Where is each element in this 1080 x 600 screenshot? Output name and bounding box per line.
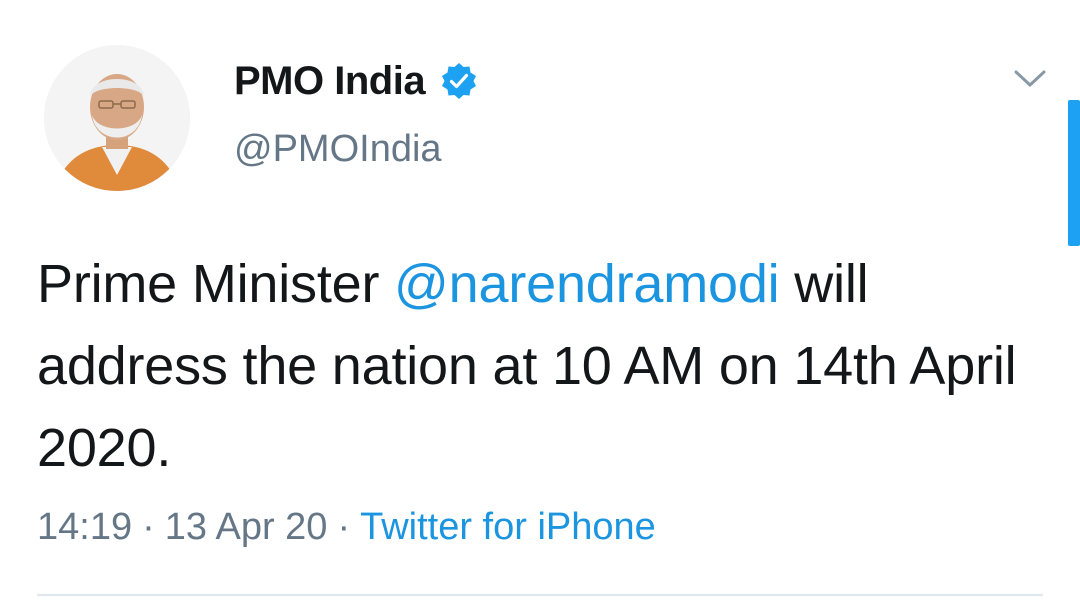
more-options-button[interactable] <box>1010 62 1050 94</box>
tweet-date[interactable]: 13 Apr 20 <box>165 506 328 548</box>
chevron-down-icon <box>1014 70 1046 87</box>
divider <box>37 594 1043 596</box>
verified-badge-icon <box>439 61 479 101</box>
scrollbar[interactable] <box>1068 100 1080 246</box>
mention-link[interactable]: @narendramodi <box>394 254 780 314</box>
author-display-name[interactable]: PMO India <box>234 59 426 104</box>
meta-separator: · <box>142 506 155 548</box>
author-name-row[interactable]: PMO India <box>234 56 479 106</box>
tweet-time[interactable]: 14:19 <box>37 506 132 548</box>
author-avatar[interactable] <box>44 45 190 191</box>
author-handle[interactable]: @PMOIndia <box>234 128 442 171</box>
tweet-card: PMO India @PMOIndia Prime Minister @nare… <box>0 0 1080 600</box>
tweet-text: Prime Minister @narendramodi will addres… <box>37 243 1037 489</box>
tweet-meta: 14:19 · 13 Apr 20 · Twitter for iPhone <box>37 506 656 549</box>
meta-separator: · <box>337 506 351 548</box>
tweet-source-link[interactable]: Twitter for iPhone <box>360 506 656 548</box>
avatar-photo-icon <box>44 45 190 191</box>
tweet-text-prefix: Prime Minister <box>37 254 395 314</box>
